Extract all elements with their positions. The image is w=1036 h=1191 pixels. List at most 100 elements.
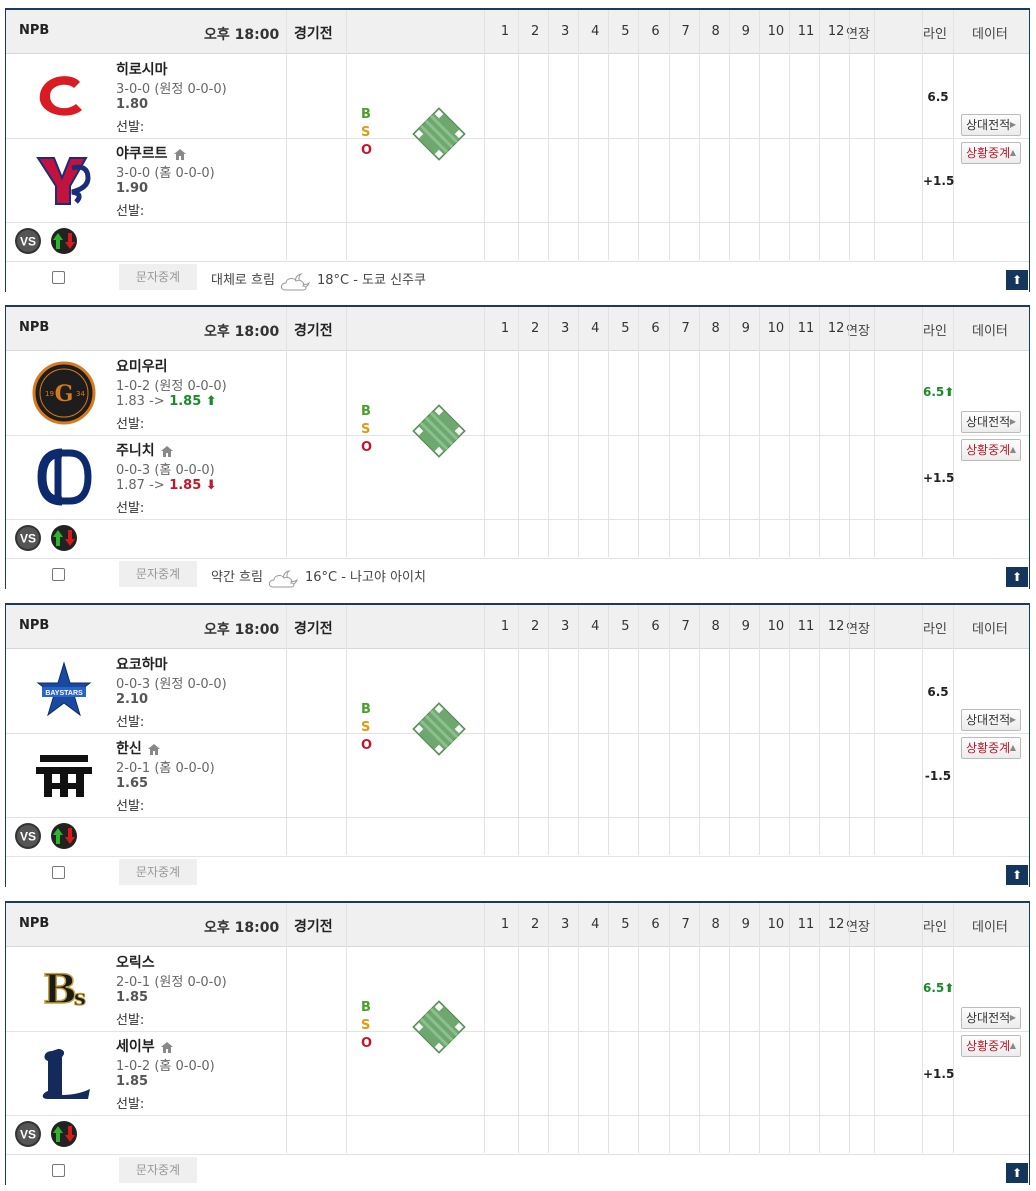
baseball-diamond-icon: [412, 107, 466, 161]
inning-2-header: 2: [530, 619, 540, 634]
select-checkbox[interactable]: [52, 568, 65, 581]
svg-text:VS: VS: [20, 1128, 36, 1142]
vs-icons[interactable]: VS: [14, 227, 84, 255]
live-status-button[interactable]: 상황중계 ▲: [961, 737, 1021, 759]
ball-label: B: [361, 702, 371, 717]
live-status-button[interactable]: 상황중계 ▲: [961, 1035, 1021, 1057]
baseball-diamond-icon: [412, 702, 466, 756]
away-team-name[interactable]: 오릭스: [116, 952, 155, 972]
inning-6-header: 6: [651, 321, 660, 336]
select-checkbox[interactable]: [52, 271, 65, 284]
away-team-name[interactable]: 히로시마: [116, 59, 168, 79]
scroll-top-button[interactable]: ⬆: [1006, 567, 1028, 587]
strike-label: S: [361, 422, 371, 437]
select-checkbox[interactable]: [52, 866, 65, 879]
text-relay-button[interactable]: 문자중계: [119, 264, 197, 290]
weather-info: 약간 흐림 16°C - 나고야 아이치: [211, 566, 426, 589]
home-team-record: 2-0-1 (홈 0-0-0): [116, 761, 215, 776]
home-icon: [160, 445, 173, 457]
tigers-logo: [32, 743, 96, 807]
svg-text:s: s: [74, 985, 86, 1011]
head-to-head-button[interactable]: 상대전적 ▶: [961, 709, 1021, 731]
scroll-top-button[interactable]: ⬆: [1006, 1163, 1028, 1183]
baseball-diamond-icon: [412, 404, 466, 458]
svg-text:B: B: [43, 966, 77, 1013]
home-team-name[interactable]: 야쿠르트: [116, 143, 186, 163]
chevron-up-icon: ▲: [1009, 148, 1016, 157]
data-header: 데이터: [972, 27, 1008, 42]
home-team-name[interactable]: 한신: [116, 738, 160, 758]
svg-text:34: 34: [76, 390, 85, 398]
away-team-odds: 1.85: [116, 990, 149, 1005]
away-team-odds: 2.10: [116, 692, 149, 707]
home-team-record: 3-0-0 (홈 0-0-0): [116, 166, 215, 181]
bso-counter: B S O: [361, 106, 372, 160]
buffaloes-logo: Bs: [32, 957, 96, 1021]
live-status-button[interactable]: 상황중계 ▲: [961, 439, 1021, 461]
inning-8-header: 8: [711, 24, 720, 39]
baystars-logo: BAYSTARS: [32, 659, 96, 723]
inning-1-header: 1: [500, 321, 510, 336]
inning-9-header: 9: [741, 321, 750, 336]
select-checkbox[interactable]: [52, 1164, 65, 1177]
text-relay-button[interactable]: 문자중계: [119, 859, 197, 885]
dragons-logo: [32, 445, 96, 509]
odds-change-icon: [51, 525, 77, 551]
vs-icons[interactable]: VS: [14, 1120, 84, 1148]
head-to-head-button[interactable]: 상대전적 ▶: [961, 411, 1021, 433]
vs-icon: VS: [15, 525, 41, 551]
inning-9-header: 9: [741, 917, 750, 932]
strike-label: S: [361, 720, 371, 735]
line-handicap: -1.5: [924, 769, 952, 783]
lions-logo: [32, 1041, 96, 1105]
live-status-button[interactable]: 상황중계 ▲: [961, 142, 1021, 164]
grid-hline: [6, 733, 1029, 734]
cloud-moon-icon: [280, 272, 310, 290]
text-relay-button[interactable]: 문자중계: [119, 1157, 197, 1183]
home-team-name[interactable]: 세이부: [116, 1036, 173, 1056]
inning-4-header: 4: [591, 917, 600, 932]
line-total: 6.5⬆: [923, 981, 955, 995]
bso-counter: B S O: [361, 403, 372, 457]
grid-hline: [6, 138, 1029, 139]
inning-7-header: 7: [681, 321, 690, 336]
inning-2-header: 2: [530, 917, 540, 932]
line-header: 라인: [923, 622, 947, 637]
scroll-top-button[interactable]: ⬆: [1006, 270, 1028, 290]
inning-4-header: 4: [591, 619, 600, 634]
home-icon: [160, 1041, 173, 1053]
out-label: O: [361, 440, 373, 455]
home-team-odds: 1.90: [116, 181, 149, 196]
inning-7-header: 7: [681, 24, 690, 39]
away-team-odds: 1.83 -> 1.85 ⬆: [116, 394, 217, 409]
away-team-name[interactable]: 요코하마: [116, 654, 168, 674]
ball-label: B: [361, 1000, 371, 1015]
scroll-top-button[interactable]: ⬆: [1006, 865, 1028, 885]
inning-3-header: 3: [561, 24, 570, 39]
inning-10-header: 10: [767, 24, 785, 39]
away-team-name[interactable]: 요미우리: [116, 356, 168, 376]
inning-2-header: 2: [530, 24, 540, 39]
away-team-record: 3-0-0 (원정 0-0-0): [116, 82, 227, 97]
head-to-head-button[interactable]: 상대전적 ▶: [961, 1007, 1021, 1029]
home-team-odds: 1.85: [116, 1074, 149, 1089]
vs-icons[interactable]: VS: [14, 822, 84, 850]
home-team-name[interactable]: 주니치: [116, 440, 173, 460]
svg-text:VS: VS: [20, 830, 36, 844]
odds-change-icon: [51, 823, 77, 849]
chevron-up-icon: ▲: [1009, 445, 1016, 454]
inning-11-header: 11: [797, 24, 815, 39]
game-card-3: NPB 오후 18:00 경기전 1 2 3 4 5 6 7 8 9 10 11 12 연장 라인 데…: [5, 603, 1030, 887]
inning-5-header: 5: [621, 321, 630, 336]
chevron-up-icon: ▲: [1009, 1041, 1016, 1050]
game-time: 오후 18:00: [204, 27, 280, 43]
ball-label: B: [361, 404, 371, 419]
inning-11-header: 11: [797, 321, 815, 336]
grid-hline: [6, 1115, 1029, 1116]
text-relay-button[interactable]: 문자중계: [119, 561, 197, 587]
grid-hline: [6, 1031, 1029, 1032]
inning-9-header: 9: [741, 24, 750, 39]
head-to-head-button[interactable]: 상대전적 ▶: [961, 114, 1021, 136]
vs-icons[interactable]: VS: [14, 524, 84, 552]
league-label: NPB: [19, 618, 50, 633]
